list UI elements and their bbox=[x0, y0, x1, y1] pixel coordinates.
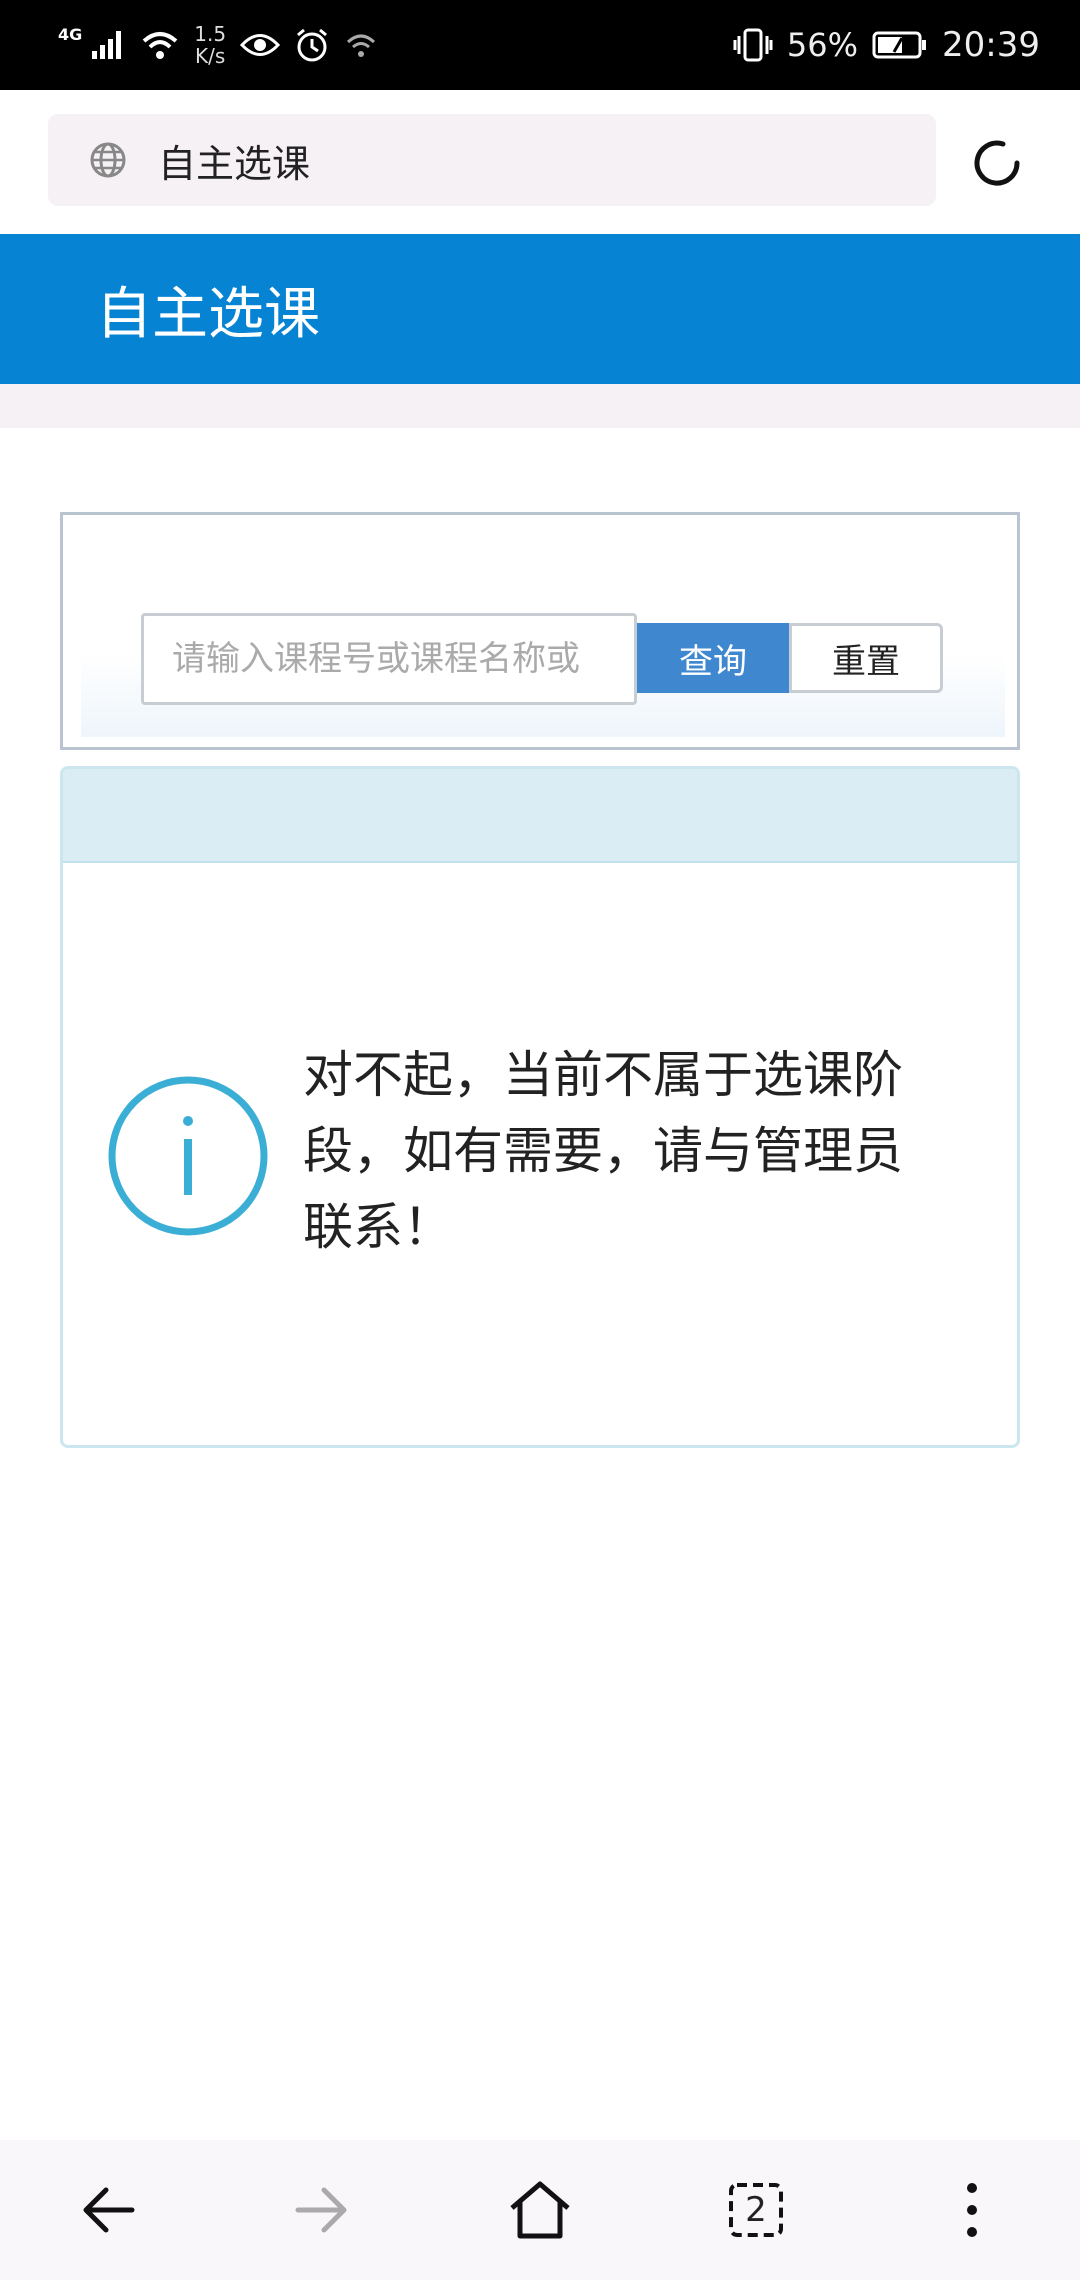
battery-percent: 56% bbox=[786, 26, 859, 64]
globe-icon bbox=[90, 142, 126, 178]
wifi-icon bbox=[142, 32, 178, 59]
reset-button[interactable]: 重置 bbox=[789, 623, 943, 693]
info-icon bbox=[108, 1076, 268, 1236]
tab-count: 2 bbox=[745, 2190, 767, 2230]
signal-icon bbox=[92, 31, 122, 59]
eye-icon bbox=[240, 34, 281, 56]
page-header: 自主选课 bbox=[0, 234, 1080, 384]
notice-panel: 对不起，当前不属于选课阶段，如有需要，请与管理员联系！ bbox=[60, 766, 1020, 1448]
reload-icon bbox=[974, 140, 1020, 186]
network-speed: 1.5 K/s bbox=[194, 23, 226, 67]
address-bar[interactable]: 自主选课 bbox=[48, 114, 936, 206]
browser-toolbar: 自主选课 bbox=[0, 90, 1080, 234]
vibrate-icon bbox=[733, 28, 773, 62]
home-button[interactable] bbox=[490, 2160, 590, 2260]
course-search-input[interactable] bbox=[141, 613, 637, 705]
clock: 20:39 bbox=[942, 25, 1040, 65]
hotspot-icon bbox=[347, 34, 376, 57]
status-bar: 4G 1.5 K/s 56% 20:39 bbox=[0, 0, 1080, 90]
back-button[interactable] bbox=[58, 2160, 158, 2260]
menu-button[interactable] bbox=[922, 2160, 1022, 2260]
page-title: 自主选课 bbox=[96, 281, 320, 347]
notice-message: 对不起，当前不属于选课阶段，如有需要，请与管理员联系！ bbox=[303, 1046, 903, 1256]
speed-value: 1.5 bbox=[194, 22, 227, 46]
search-panel: 查询 重置 bbox=[60, 512, 1020, 750]
query-button[interactable]: 查询 bbox=[637, 623, 789, 693]
status-left: 4G 1.5 K/s bbox=[58, 23, 378, 67]
home-icon bbox=[510, 2181, 570, 2239]
more-vertical-icon bbox=[967, 2183, 977, 2237]
speed-unit: K/s bbox=[195, 44, 226, 68]
reload-button[interactable] bbox=[962, 128, 1032, 198]
alarm-icon bbox=[297, 28, 328, 62]
arrow-right-icon bbox=[295, 2187, 347, 2233]
status-right: 56% 20:39 bbox=[733, 25, 1040, 65]
header-divider bbox=[0, 384, 1080, 428]
battery-icon bbox=[872, 31, 927, 59]
arrow-left-icon bbox=[83, 2187, 135, 2233]
network-type: 4G bbox=[58, 24, 83, 44]
browser-bottom-nav: 2 bbox=[0, 2140, 1080, 2280]
forward-button[interactable] bbox=[272, 2160, 372, 2260]
notice-panel-header bbox=[63, 769, 1017, 863]
address-text: 自主选课 bbox=[158, 141, 311, 186]
tabs-button[interactable]: 2 bbox=[706, 2160, 806, 2260]
